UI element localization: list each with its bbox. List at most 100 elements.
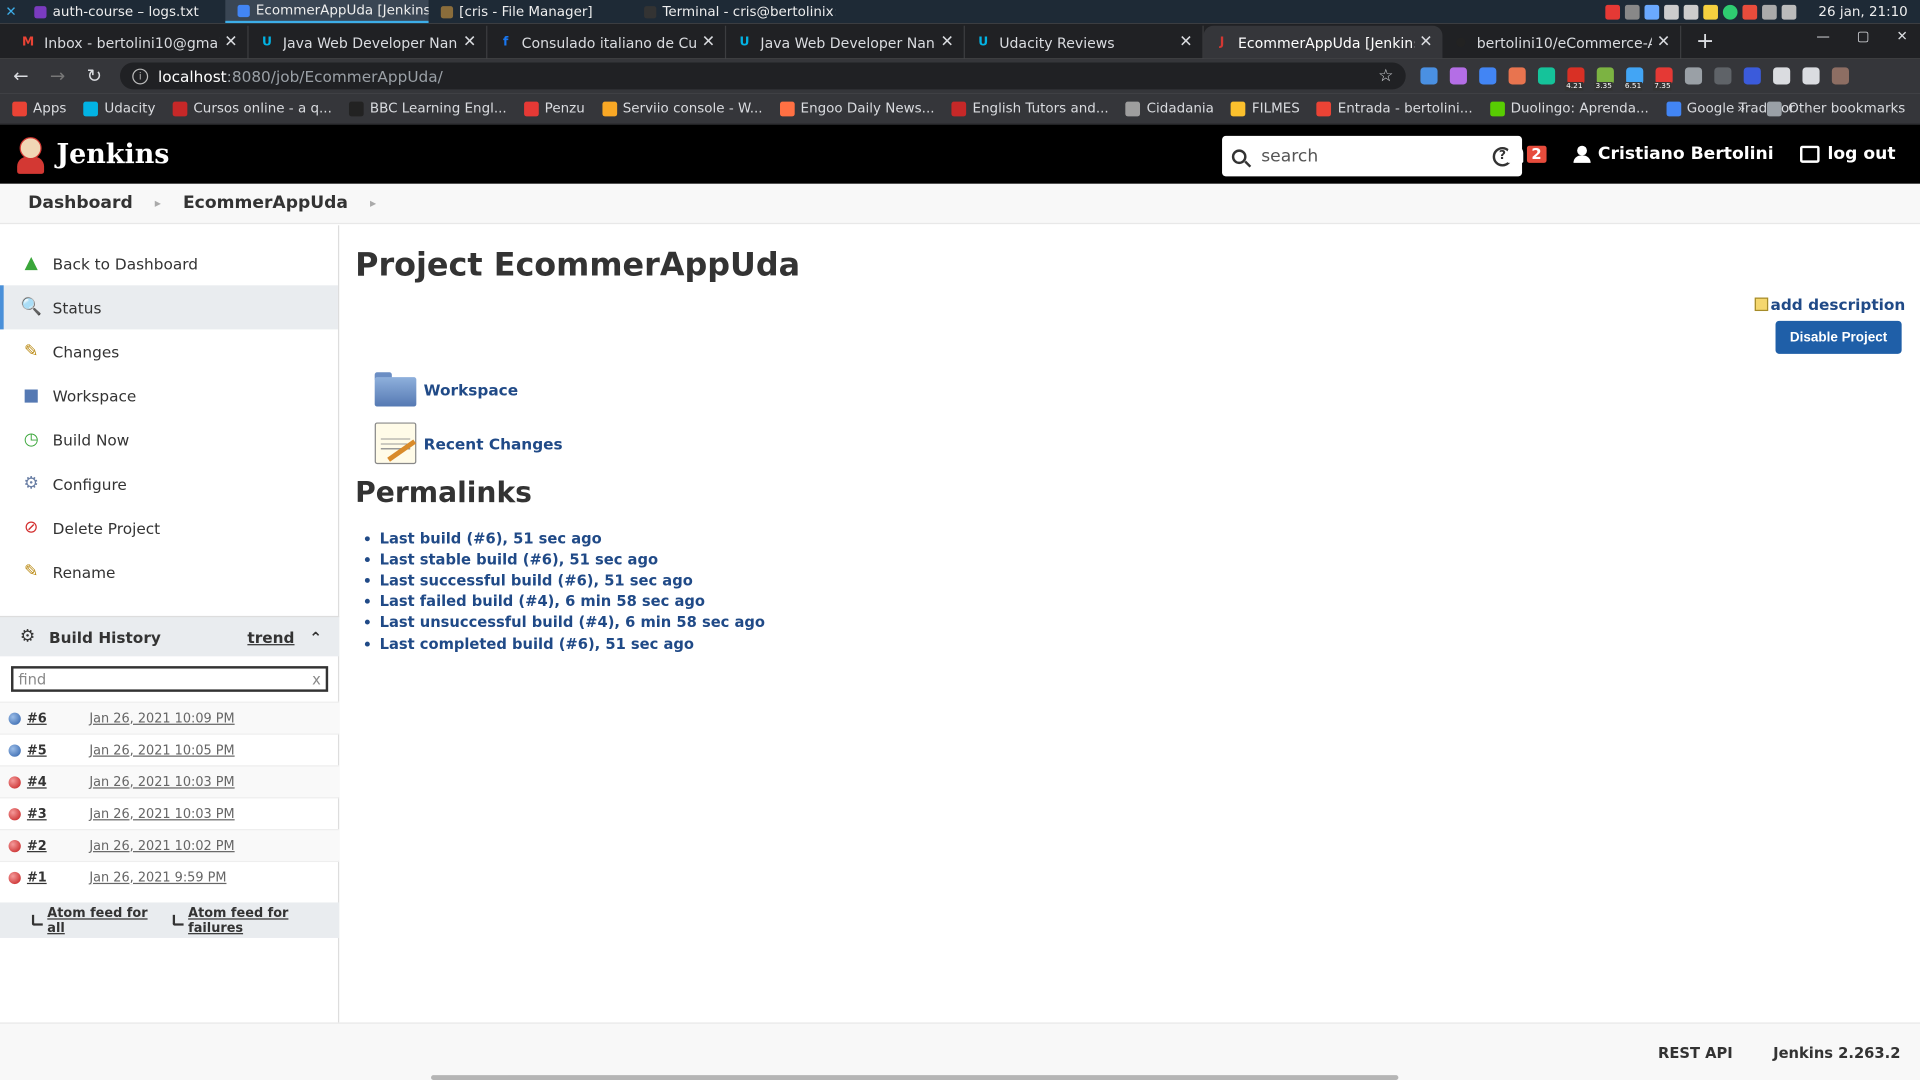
tab-close-icon[interactable]: ✕ bbox=[224, 33, 237, 51]
extension-icon[interactable] bbox=[1714, 67, 1732, 85]
tab-close-icon[interactable]: ✕ bbox=[941, 33, 954, 51]
tab-close-icon[interactable]: ✕ bbox=[1419, 33, 1432, 51]
transfer-icon[interactable] bbox=[1683, 4, 1699, 19]
bookmark-item[interactable]: Udacity bbox=[83, 100, 155, 116]
task-back-to-dashboard[interactable]: ▲ Back to Dashboard bbox=[0, 241, 338, 285]
extension-icon[interactable]: 4.21 bbox=[1564, 67, 1585, 91]
build-number-link[interactable]: #6 bbox=[27, 711, 89, 726]
rest-api-link[interactable]: REST API bbox=[1658, 1044, 1733, 1061]
tab-close-icon[interactable]: ✕ bbox=[1179, 33, 1192, 51]
permalink-item[interactable]: Last failed build (#4), 6 min 58 sec ago bbox=[380, 591, 765, 612]
workspace-link[interactable]: Workspace bbox=[374, 372, 518, 407]
more-bookmarks-icon[interactable]: » bbox=[1737, 100, 1745, 116]
breadcrumb-separator-icon[interactable]: ▸ bbox=[155, 197, 161, 210]
bookmark-item[interactable]: Serviio console - W... bbox=[601, 100, 763, 116]
atom-feed-all-link[interactable]: Atom feed for all bbox=[31, 906, 163, 935]
extension-icon[interactable]: 3.35 bbox=[1594, 67, 1614, 91]
task-status[interactable]: 🔍 Status bbox=[0, 285, 338, 330]
build-date-link[interactable]: Jan 26, 2021 9:59 PM bbox=[89, 870, 226, 885]
battery-icon[interactable] bbox=[1762, 4, 1777, 19]
permalink-item[interactable]: Last build (#6), 51 sec ago bbox=[380, 528, 765, 549]
extension-icon[interactable] bbox=[1479, 67, 1497, 85]
browser-tab[interactable]: f Consulado italiano de Curitiba ✕ bbox=[487, 25, 727, 59]
permalink-item[interactable]: Last unsuccessful build (#4), 6 min 58 s… bbox=[380, 612, 765, 633]
build-date-link[interactable]: Jan 26, 2021 10:02 PM bbox=[89, 838, 234, 853]
build-number-link[interactable]: #4 bbox=[27, 774, 89, 789]
new-tab-button[interactable]: + bbox=[1696, 28, 1714, 54]
disable-project-button[interactable]: Disable Project bbox=[1775, 320, 1902, 354]
build-date-link[interactable]: Jan 26, 2021 10:03 PM bbox=[89, 774, 234, 789]
task-changes[interactable]: ✎ Changes bbox=[0, 329, 338, 373]
extension-icon[interactable] bbox=[1508, 67, 1526, 85]
maximize-button[interactable]: ▢ bbox=[1857, 28, 1870, 44]
permalink-item[interactable]: Last successful build (#6), 51 sec ago bbox=[380, 570, 765, 591]
extension-icon[interactable] bbox=[1537, 67, 1556, 85]
bookmark-item[interactable]: Cursos online - a q... bbox=[172, 100, 332, 116]
permalink-item[interactable]: Last completed build (#6), 51 sec ago bbox=[380, 633, 765, 654]
bookmark-item[interactable]: Cidadania bbox=[1125, 100, 1214, 116]
taskbar-window[interactable]: Terminal - cris@bertolinix:~ bbox=[632, 0, 835, 23]
breadcrumb-dashboard[interactable]: Dashboard bbox=[28, 193, 133, 213]
weather-icon[interactable] bbox=[1742, 4, 1758, 19]
breadcrumb-separator-icon[interactable]: ▸ bbox=[370, 197, 376, 210]
bookmark-item[interactable]: Penzu bbox=[523, 100, 585, 116]
build-number-link[interactable]: #5 bbox=[27, 743, 89, 758]
browser-tab[interactable]: J EcommerAppUda [Jenkins] ✕ bbox=[1203, 25, 1443, 59]
extension-icon[interactable] bbox=[1831, 67, 1849, 85]
network-icon[interactable] bbox=[1664, 4, 1679, 19]
bookmark-item[interactable]: BBC Learning Engl... bbox=[349, 100, 507, 116]
build-number-link[interactable]: #2 bbox=[27, 838, 89, 853]
tab-close-icon[interactable]: ✕ bbox=[1657, 33, 1670, 51]
taskbar-window[interactable]: EcommerAppUda [Jenkins] -... bbox=[225, 0, 429, 24]
build-date-link[interactable]: Jan 26, 2021 10:09 PM bbox=[89, 711, 234, 726]
extension-icon[interactable]: 6.51 bbox=[1623, 67, 1644, 91]
user-link[interactable]: Cristiano Bertolini bbox=[1573, 144, 1774, 164]
extension-icon[interactable] bbox=[1420, 67, 1438, 85]
add-description-link[interactable]: add description bbox=[1754, 295, 1905, 313]
tab-close-icon[interactable]: ✕ bbox=[702, 33, 715, 51]
taskbar-window[interactable]: [cris - File Manager] bbox=[429, 0, 632, 23]
clear-filter-icon[interactable]: x bbox=[312, 670, 321, 687]
mic-icon[interactable] bbox=[1624, 4, 1640, 19]
task-rename[interactable]: ✎ Rename bbox=[0, 550, 338, 594]
browser-tab[interactable]: U Udacity Reviews ✕ bbox=[965, 25, 1204, 59]
bookmark-item[interactable]: Duolingo: Aprenda... bbox=[1489, 100, 1649, 116]
minimize-button[interactable]: — bbox=[1816, 28, 1829, 44]
build-number-link[interactable]: #1 bbox=[27, 870, 89, 885]
tab-close-icon[interactable]: ✕ bbox=[463, 33, 476, 51]
browser-tab[interactable]: U Java Web Developer Nanodegree ✕ bbox=[726, 25, 965, 59]
app-menu-icon[interactable]: ✕ bbox=[0, 4, 22, 20]
extension-icon[interactable] bbox=[1743, 67, 1761, 85]
collapse-icon[interactable]: ⌃ bbox=[309, 628, 322, 646]
extension-icon[interactable] bbox=[1773, 67, 1791, 85]
extension-icon[interactable] bbox=[1449, 67, 1467, 85]
taskbar-window[interactable]: auth-course – logs.txt bbox=[22, 0, 225, 23]
build-date-link[interactable]: Jan 26, 2021 10:03 PM bbox=[89, 806, 234, 821]
reload-icon[interactable]: ↻ bbox=[83, 65, 105, 87]
back-icon[interactable]: ← bbox=[10, 65, 32, 87]
bookmark-item[interactable]: Apps bbox=[12, 100, 66, 116]
site-info-icon[interactable]: i bbox=[132, 67, 149, 84]
search-input[interactable] bbox=[1261, 146, 1493, 166]
atom-feed-failures-link[interactable]: Atom feed for failures bbox=[172, 906, 340, 935]
bookmark-item[interactable]: Entrada - bertolini... bbox=[1316, 100, 1473, 116]
logout-link[interactable]: log out bbox=[1800, 144, 1896, 164]
task-configure[interactable]: ⚙ Configure bbox=[0, 462, 338, 506]
horizontal-scrollbar[interactable] bbox=[431, 1075, 1399, 1080]
task-delete-project[interactable]: ⊘ Delete Project bbox=[0, 506, 338, 550]
build-number-link[interactable]: #3 bbox=[27, 806, 89, 821]
jenkins-version-link[interactable]: Jenkins 2.263.2 bbox=[1773, 1044, 1900, 1061]
extension-icon[interactable]: 7.35 bbox=[1653, 67, 1673, 91]
build-filter-input[interactable]: find x bbox=[11, 666, 329, 692]
breadcrumb-project[interactable]: EcommerAppUda bbox=[183, 193, 348, 213]
bookmark-item[interactable]: English Tutors and... bbox=[951, 100, 1109, 116]
close-window-button[interactable]: ✕ bbox=[1896, 28, 1907, 44]
task-workspace[interactable]: ■ Workspace bbox=[0, 373, 338, 417]
other-bookmarks[interactable]: Other bookmarks bbox=[1767, 100, 1905, 116]
build-date-link[interactable]: Jan 26, 2021 10:05 PM bbox=[89, 743, 234, 758]
notes-icon[interactable] bbox=[1703, 4, 1719, 19]
extension-icon[interactable] bbox=[1802, 67, 1820, 85]
trend-link[interactable]: trend bbox=[247, 628, 294, 646]
tray-icon[interactable] bbox=[1605, 4, 1621, 19]
browser-tab[interactable]: ● bertolini10/eCommerce-Applic ✕ bbox=[1442, 25, 1682, 59]
